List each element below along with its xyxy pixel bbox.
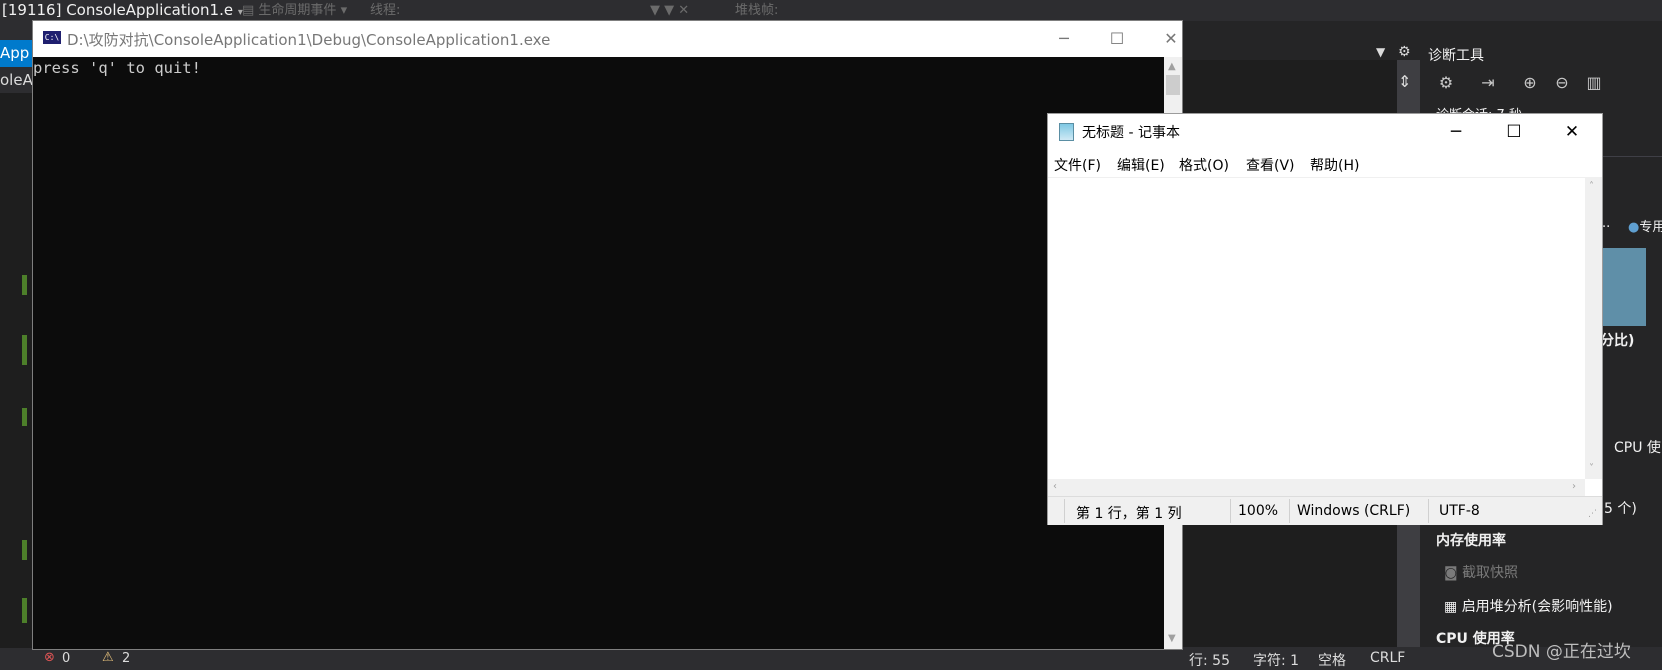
change-marker	[22, 598, 27, 623]
settings-icon[interactable]: ⚙	[1435, 72, 1457, 94]
menu-format[interactable]: 格式(O)	[1179, 155, 1229, 175]
error-icon[interactable]: ⊗	[44, 650, 55, 665]
count-label: 5 个)	[1604, 501, 1637, 517]
minimize-icon: ─	[1059, 29, 1069, 48]
chart-caption: 分比)	[1600, 333, 1635, 349]
gear-icon[interactable]: ⚙	[1398, 44, 1411, 60]
change-marker	[22, 540, 27, 560]
notepad-window[interactable]: 无标题 - 记事本 ─ ☐ ✕ 文件(F) 编辑(E) 格式(O) 查看(V) …	[1047, 113, 1603, 525]
change-marker	[22, 408, 27, 426]
error-count: 0	[62, 651, 71, 666]
notepad-status-bar: 第 1 行，第 1 列 100% Windows (CRLF) UTF-8 ⋰	[1048, 496, 1602, 525]
menu-edit[interactable]: 编辑(E)	[1117, 155, 1165, 175]
lifecycle-label: 生命周期事件	[258, 3, 337, 18]
legend-dedicated-label: 专用	[1639, 220, 1662, 235]
process-label: [19116] ConsoleApplication1.e	[2, 1, 234, 19]
zoom-out-icon[interactable]: ⊖	[1551, 72, 1573, 94]
scroll-down-icon[interactable]: ▼	[1168, 633, 1176, 644]
stackframe-label: 堆栈帧:	[735, 3, 779, 18]
vs-debug-toolbar: [19116] ConsoleApplication1.e ▾ ▤ 生命周期事件…	[0, 0, 1662, 21]
memory-chip-icon: ▦	[1444, 599, 1462, 615]
watermark: CSDN @正在过坎	[1492, 642, 1631, 662]
chevron-down-icon: ▾	[336, 3, 348, 18]
close-icon: ✕	[1564, 122, 1580, 142]
status-separator	[1230, 499, 1231, 523]
scroll-up-icon[interactable]: ▲	[1168, 61, 1176, 72]
console-output: press 'q' to quit!	[33, 59, 201, 77]
export-icon[interactable]: ⇥	[1477, 72, 1499, 94]
heap-analysis-button[interactable]: ▦ 启用堆分析(会影响性能)	[1444, 596, 1613, 616]
close-button[interactable]: ✕	[1543, 114, 1601, 150]
close-icon: ✕	[1164, 29, 1178, 48]
status-crlf[interactable]: CRLF	[1370, 650, 1405, 666]
take-snapshot-button[interactable]: ◙ 截取快照	[1444, 562, 1518, 582]
status-line: 行: 55	[1189, 653, 1230, 669]
minimize-button[interactable]: ─	[1427, 114, 1485, 150]
warning-count: 2	[122, 651, 131, 666]
maximize-button[interactable]: ☐	[1485, 114, 1543, 150]
menu-view[interactable]: 查看(V)	[1246, 155, 1295, 175]
notepad-title: 无标题 - 记事本	[1082, 125, 1180, 141]
close-button[interactable]: ✕	[1148, 21, 1194, 57]
document-tab[interactable]: oleA	[0, 67, 32, 93]
memory-usage-heading: 内存使用率	[1436, 533, 1506, 549]
minimize-icon: ─	[1450, 122, 1462, 142]
status-separator	[1289, 499, 1290, 523]
menu-file[interactable]: 文件(F)	[1054, 155, 1101, 175]
document-tab-active[interactable]: App	[0, 40, 32, 67]
cursor-position: 第 1 行，第 1 列	[1076, 506, 1182, 522]
thread-label: 线程:	[370, 3, 401, 18]
camera-icon: ◙	[1444, 565, 1463, 581]
maximize-button[interactable]: ☐	[1094, 21, 1140, 57]
tab-cpu-usage[interactable]: CPU 使	[1614, 437, 1661, 457]
zoom-in-icon[interactable]: ⊕	[1519, 72, 1541, 94]
change-marker	[22, 275, 27, 295]
resize-grip-icon[interactable]: ⋰	[1588, 509, 1597, 519]
process-dropdown[interactable]: [19116] ConsoleApplication1.e ▾	[0, 0, 243, 21]
chart-icon[interactable]: ▥	[1583, 72, 1605, 94]
legend-ellipsis: ..	[1602, 216, 1611, 231]
maximize-icon: ☐	[1506, 122, 1522, 142]
line-ending: Windows (CRLF)	[1297, 503, 1411, 519]
scroll-thumb[interactable]	[1166, 75, 1180, 95]
vs-bottom-bar: ⊗ 0 ⚠ 2	[0, 648, 1183, 670]
scroll-down-icon[interactable]: ˅	[1589, 463, 1594, 474]
status-separator	[1064, 499, 1065, 523]
notepad-vertical-scrollbar[interactable]: ˄ ˅	[1585, 177, 1602, 479]
filter-icons: ▼ ▼ ✕	[650, 3, 690, 18]
scroll-right-icon[interactable]: ›	[1572, 481, 1576, 492]
dropdown-arrow-icon[interactable]: ▼	[1376, 45, 1385, 59]
status-separator	[1428, 499, 1429, 523]
take-snapshot-label: 截取快照	[1462, 565, 1519, 581]
console-app-icon: C:\	[43, 31, 61, 44]
notepad-titlebar[interactable]: 无标题 - 记事本 ─ ☐ ✕	[1048, 114, 1602, 150]
scroll-up-icon[interactable]: ˄	[1589, 181, 1594, 192]
encoding: UTF-8	[1439, 503, 1480, 519]
editor-left-margin	[0, 40, 32, 670]
lifecycle-events-dropdown[interactable]: ▤ 生命周期事件 ▾	[242, 0, 347, 21]
notepad-icon	[1059, 123, 1074, 141]
notepad-menubar: 文件(F) 编辑(E) 格式(O) 查看(V) 帮助(H)	[1048, 150, 1602, 177]
console-window[interactable]: C:\ D:\攻防对抗\ConsoleApplication1\Debug\Co…	[32, 20, 1183, 650]
legend-dot-icon: ●	[1628, 220, 1640, 235]
diagnostic-tools-title: 诊断工具	[1428, 48, 1484, 64]
status-space[interactable]: 空格	[1318, 650, 1346, 670]
heap-analysis-label: 启用堆分析(会影响性能)	[1461, 599, 1613, 615]
memory-chart-bar	[1600, 248, 1646, 326]
notepad-horizontal-scrollbar[interactable]: ‹ ›	[1048, 479, 1585, 496]
lifecycle-icon: ▤	[242, 3, 259, 18]
change-marker	[22, 335, 27, 365]
menu-help[interactable]: 帮助(H)	[1310, 155, 1359, 175]
minimize-button[interactable]: ─	[1041, 21, 1087, 57]
status-char: 字符: 1	[1253, 653, 1300, 669]
maximize-icon: ☐	[1109, 29, 1125, 48]
zoom-level: 100%	[1238, 503, 1279, 519]
console-titlebar[interactable]: C:\ D:\攻防对抗\ConsoleApplication1\Debug\Co…	[33, 21, 1182, 57]
split-icon[interactable]: ⇕	[1398, 72, 1411, 91]
scroll-left-icon[interactable]: ‹	[1053, 481, 1057, 492]
legend-dedicated: ●专用	[1628, 216, 1662, 235]
notepad-text-area[interactable]	[1048, 177, 1585, 480]
warning-icon[interactable]: ⚠	[102, 650, 114, 665]
console-title: D:\攻防对抗\ConsoleApplication1\Debug\Consol…	[67, 31, 551, 49]
